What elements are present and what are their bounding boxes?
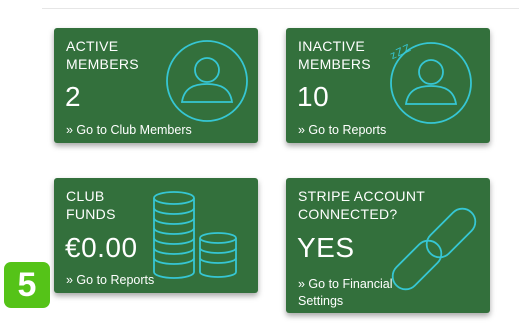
active-members-count: 2 — [65, 81, 82, 112]
go-to-financial-settings-link[interactable]: » Go to Financial Settings — [298, 276, 393, 310]
step-number-badge: 5 — [4, 262, 50, 308]
card-title: STRIPE ACCOUNT CONNECTED? — [298, 188, 426, 222]
go-to-reports-link[interactable]: » Go to Reports — [298, 122, 386, 139]
active-members-card[interactable]: ACTIVE MEMBERS 2 » Go to Club Members — [54, 28, 258, 143]
go-to-reports-link[interactable]: » Go to Reports — [66, 272, 154, 289]
club-funds-card[interactable]: CLUB FUNDS €0.00 » Go to Reports — [54, 178, 258, 293]
inactive-members-card[interactable]: zZZ INACTIVE MEMBERS 10 » Go to Reports — [286, 28, 490, 143]
card-title: ACTIVE MEMBERS — [66, 38, 139, 72]
stripe-account-card[interactable]: STRIPE ACCOUNT CONNECTED? YES » Go to Fi… — [286, 178, 490, 313]
card-title: CLUB FUNDS — [66, 188, 116, 222]
card-title: INACTIVE MEMBERS — [298, 38, 371, 72]
stripe-connected-status: YES — [297, 232, 355, 263]
inactive-members-count: 10 — [297, 81, 330, 112]
user-icon — [166, 40, 248, 122]
top-divider — [42, 8, 519, 9]
club-funds-amount: €0.00 — [65, 232, 138, 263]
go-to-club-members-link[interactable]: » Go to Club Members — [66, 122, 192, 139]
